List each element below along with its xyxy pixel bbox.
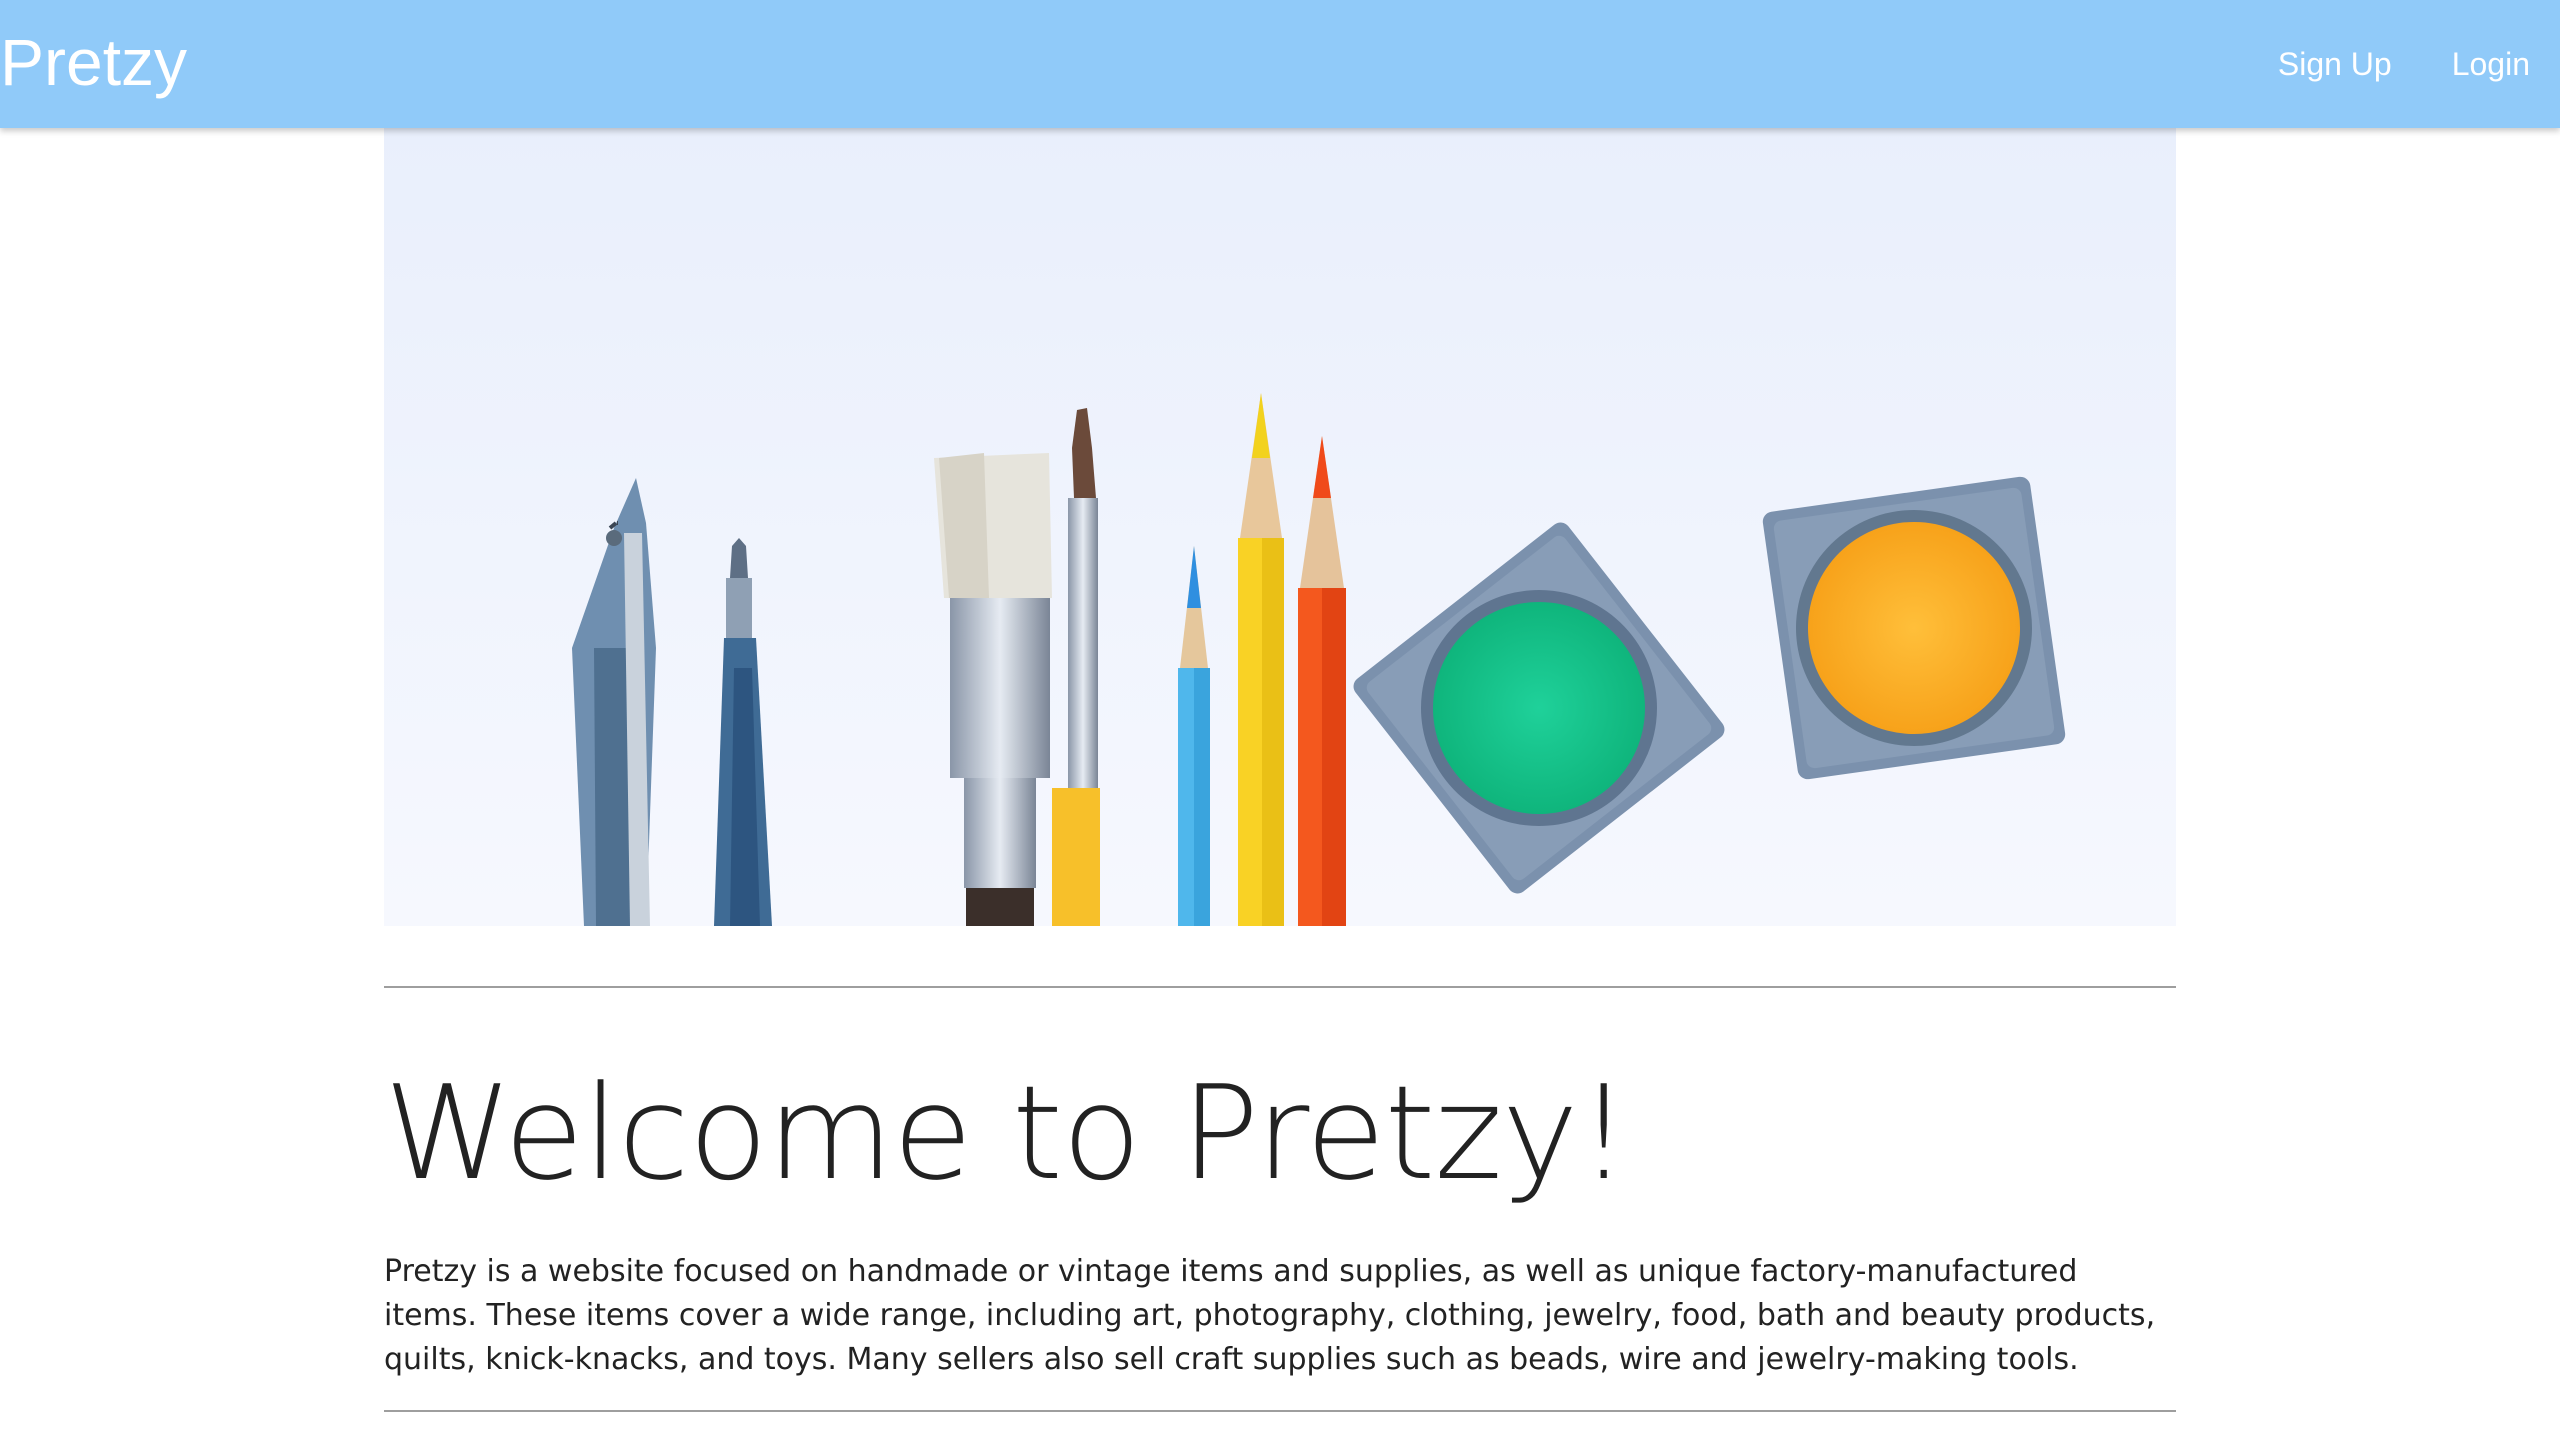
- nav-links: Sign Up Login: [2278, 40, 2530, 88]
- brand-logo-link[interactable]: Pretzy: [0, 22, 187, 102]
- top-navbar: Pretzy Sign Up Login: [0, 0, 2560, 128]
- login-link[interactable]: Login: [2452, 40, 2530, 88]
- sign-up-link[interactable]: Sign Up: [2278, 40, 2392, 88]
- divider-bottom: [384, 1410, 2176, 1412]
- hero-art-supplies-image: [384, 128, 2176, 926]
- main-content: Welcome to Pretzy! Pretzy is a website f…: [384, 128, 2176, 1412]
- site-description: Pretzy is a website focused on handmade …: [384, 1254, 2156, 1377]
- divider-top: [384, 986, 2176, 988]
- welcome-heading: Welcome to Pretzy!: [384, 1057, 1630, 1209]
- orange-paint-pot-icon: [1762, 476, 2066, 780]
